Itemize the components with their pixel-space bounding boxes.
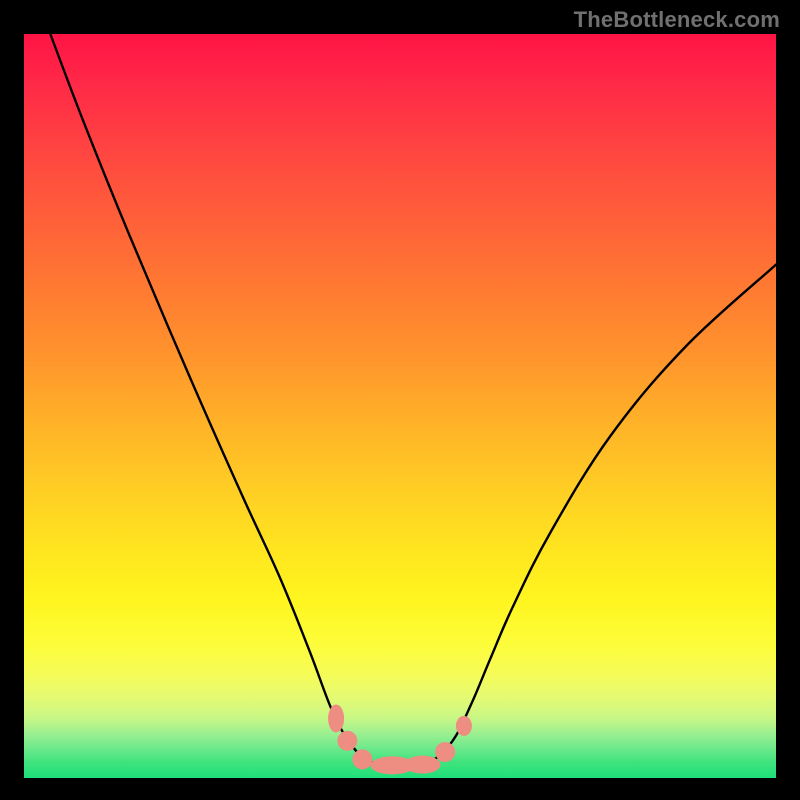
curve-svg (24, 34, 776, 778)
marker-dot (352, 749, 372, 769)
marker-dot (435, 742, 455, 762)
plot-area (24, 34, 776, 778)
chart-container: TheBottleneck.com (0, 0, 800, 800)
watermark-text: TheBottleneck.com (574, 7, 780, 33)
marker-group (328, 704, 472, 774)
marker-dot (337, 731, 357, 751)
marker-dot (405, 756, 441, 774)
bottleneck-curve-line (50, 34, 776, 767)
marker-dot (328, 704, 344, 732)
marker-dot (456, 716, 472, 736)
